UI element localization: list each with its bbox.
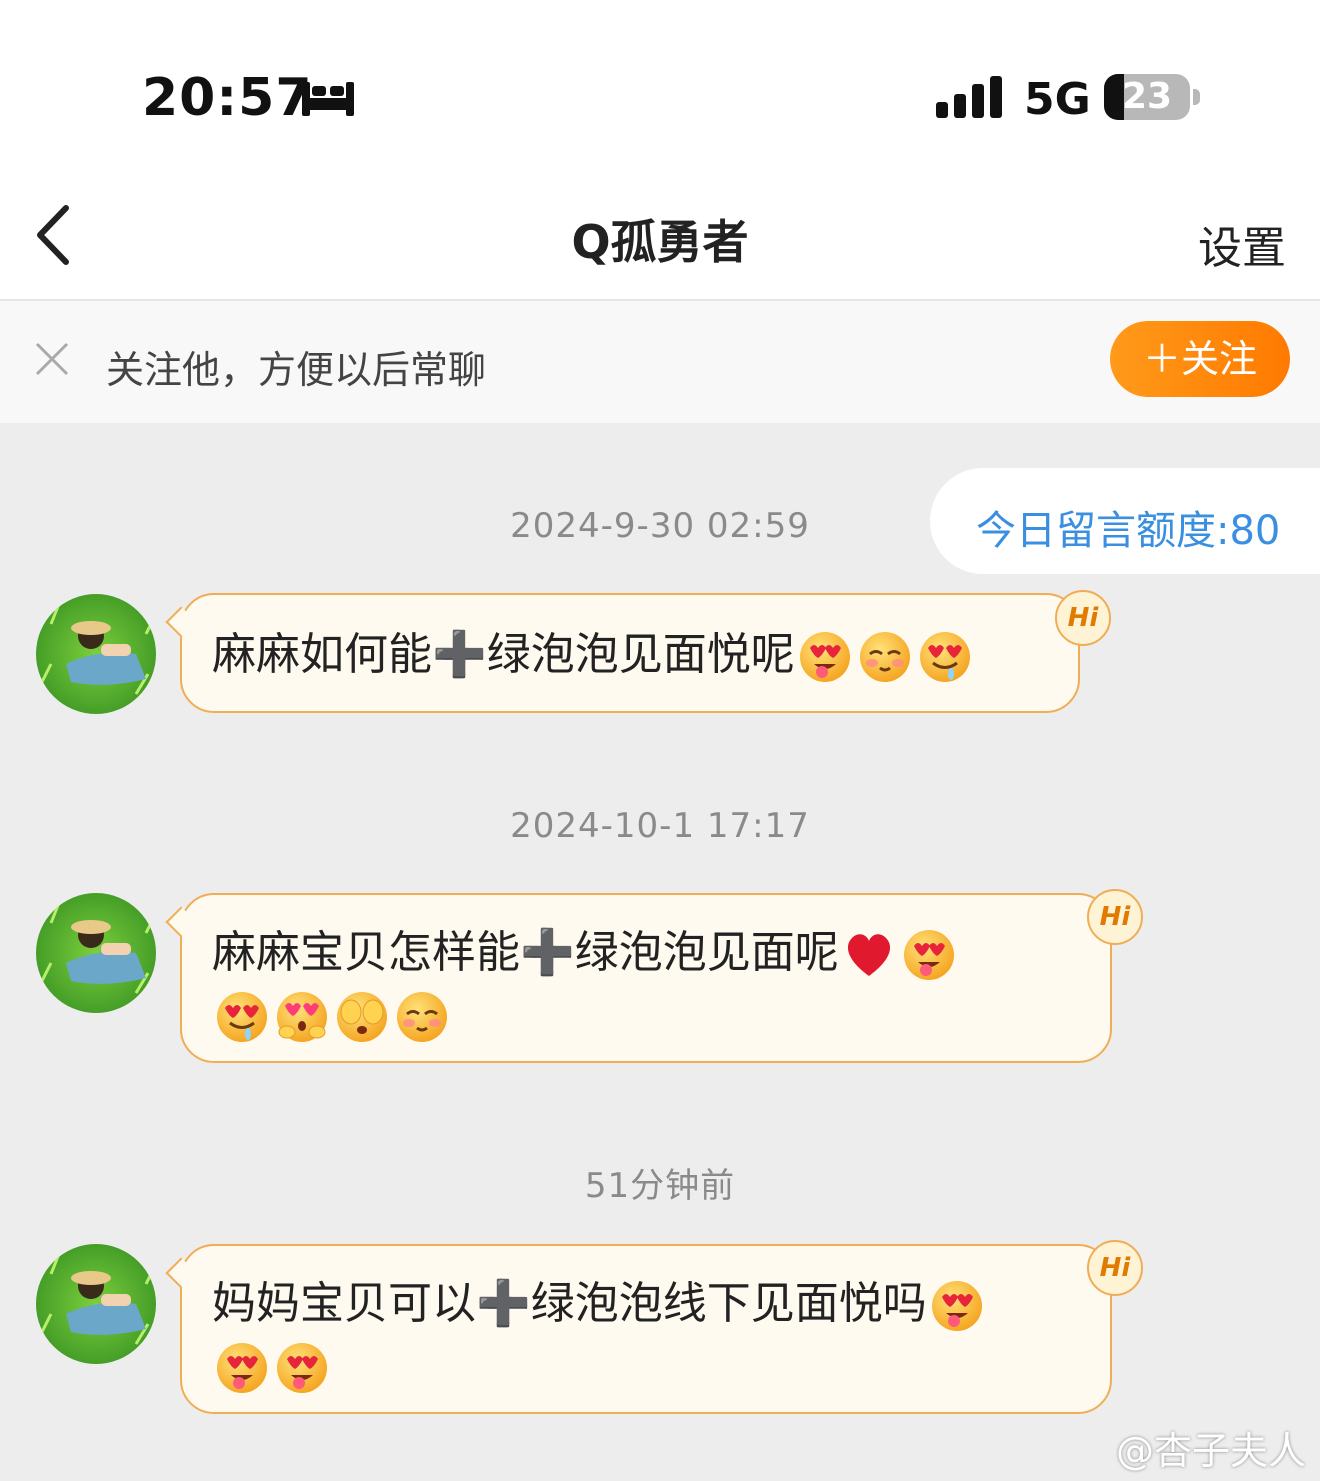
heart-eyes-tongue-emoji bbox=[930, 1279, 984, 1333]
hi-badge-icon: Hi bbox=[1087, 889, 1143, 945]
battery-level: 23 bbox=[1121, 76, 1173, 117]
sender-avatar[interactable] bbox=[36, 893, 156, 1013]
settings-button[interactable]: 设置 bbox=[1198, 212, 1286, 276]
close-icon[interactable] bbox=[34, 341, 70, 377]
back-chevron-icon[interactable] bbox=[26, 200, 86, 270]
plus-icon: ➕ bbox=[476, 1278, 531, 1329]
signal-icon bbox=[936, 76, 1002, 118]
sender-avatar[interactable] bbox=[36, 594, 156, 714]
status-time: 20:57 bbox=[142, 68, 313, 128]
message-text: 麻麻如何能➕绿泡泡见面悦呢 bbox=[212, 625, 975, 685]
follow-button[interactable]: ＋关注 bbox=[1110, 321, 1290, 397]
message-text-part: 绿泡泡线下见面悦吗 bbox=[530, 1278, 927, 1329]
plus-icon: ➕ bbox=[432, 629, 487, 680]
message-text: 麻麻宝贝怎样能➕绿泡泡见面呢 bbox=[212, 923, 959, 983]
heart-eyes-tongue-emoji bbox=[275, 1341, 329, 1395]
heart-eyes-hands-emoji bbox=[275, 990, 329, 1044]
drooling-heart-eyes-emoji bbox=[215, 990, 269, 1044]
follow-prompt-text: 关注他，方便以后常聊 bbox=[106, 348, 487, 392]
blush-emoji bbox=[858, 630, 912, 684]
nav-bar: Q孤勇者 设置 bbox=[0, 170, 1320, 301]
message-emoji-row bbox=[212, 985, 452, 1045]
sleep-mode-icon bbox=[302, 82, 354, 116]
message-timestamp: 51分钟前 bbox=[584, 1166, 736, 1206]
message-text-part: 麻麻如何能 bbox=[212, 629, 432, 680]
message-timestamp: 2024-10-1 17:17 bbox=[510, 806, 810, 846]
heart-eyes-tongue-emoji bbox=[902, 928, 956, 982]
hi-badge-icon: Hi bbox=[1055, 590, 1111, 646]
blush-emoji bbox=[395, 990, 449, 1044]
network-type: 5G bbox=[1024, 74, 1091, 125]
follow-banner: 关注他，方便以后常聊 ＋关注 bbox=[0, 301, 1320, 423]
message-bubble[interactable]: 麻麻宝贝怎样能➕绿泡泡见面呢 bbox=[165, 893, 1112, 1063]
message-text-part: 麻麻宝贝怎样能 bbox=[212, 927, 520, 978]
heart-eyes-tongue-emoji bbox=[215, 1341, 269, 1395]
drooling-heart-eyes-emoji bbox=[918, 630, 972, 684]
sender-avatar[interactable] bbox=[36, 1244, 156, 1364]
message-emoji-row bbox=[212, 1336, 332, 1396]
message-text-part: 妈妈宝贝可以 bbox=[212, 1278, 476, 1329]
face-covering-eyes-emoji bbox=[335, 990, 389, 1044]
heart-eyes-tongue-emoji bbox=[798, 630, 852, 684]
battery-icon: 23 bbox=[1104, 74, 1200, 120]
message-bubble[interactable]: 妈妈宝贝可以➕绿泡泡线下见面悦吗 bbox=[165, 1244, 1112, 1414]
message-text-part: 绿泡泡见面悦呢 bbox=[486, 629, 795, 680]
plus-icon: ➕ bbox=[520, 927, 575, 978]
message-bubble[interactable]: 麻麻如何能➕绿泡泡见面悦呢 bbox=[165, 593, 1080, 713]
red-heart-emoji bbox=[842, 928, 896, 982]
message-timestamp: 2024-9-30 02:59 bbox=[510, 506, 810, 546]
hi-badge-icon: Hi bbox=[1087, 1240, 1143, 1296]
message-text-part: 绿泡泡见面呢 bbox=[574, 927, 839, 978]
status-bar: 20:57 5G 23 bbox=[0, 0, 1320, 170]
chat-title: Q孤勇者 bbox=[571, 215, 749, 269]
message-text: 妈妈宝贝可以➕绿泡泡线下见面悦吗 bbox=[212, 1274, 987, 1334]
watermark: @杏子夫人 bbox=[1115, 1429, 1306, 1473]
